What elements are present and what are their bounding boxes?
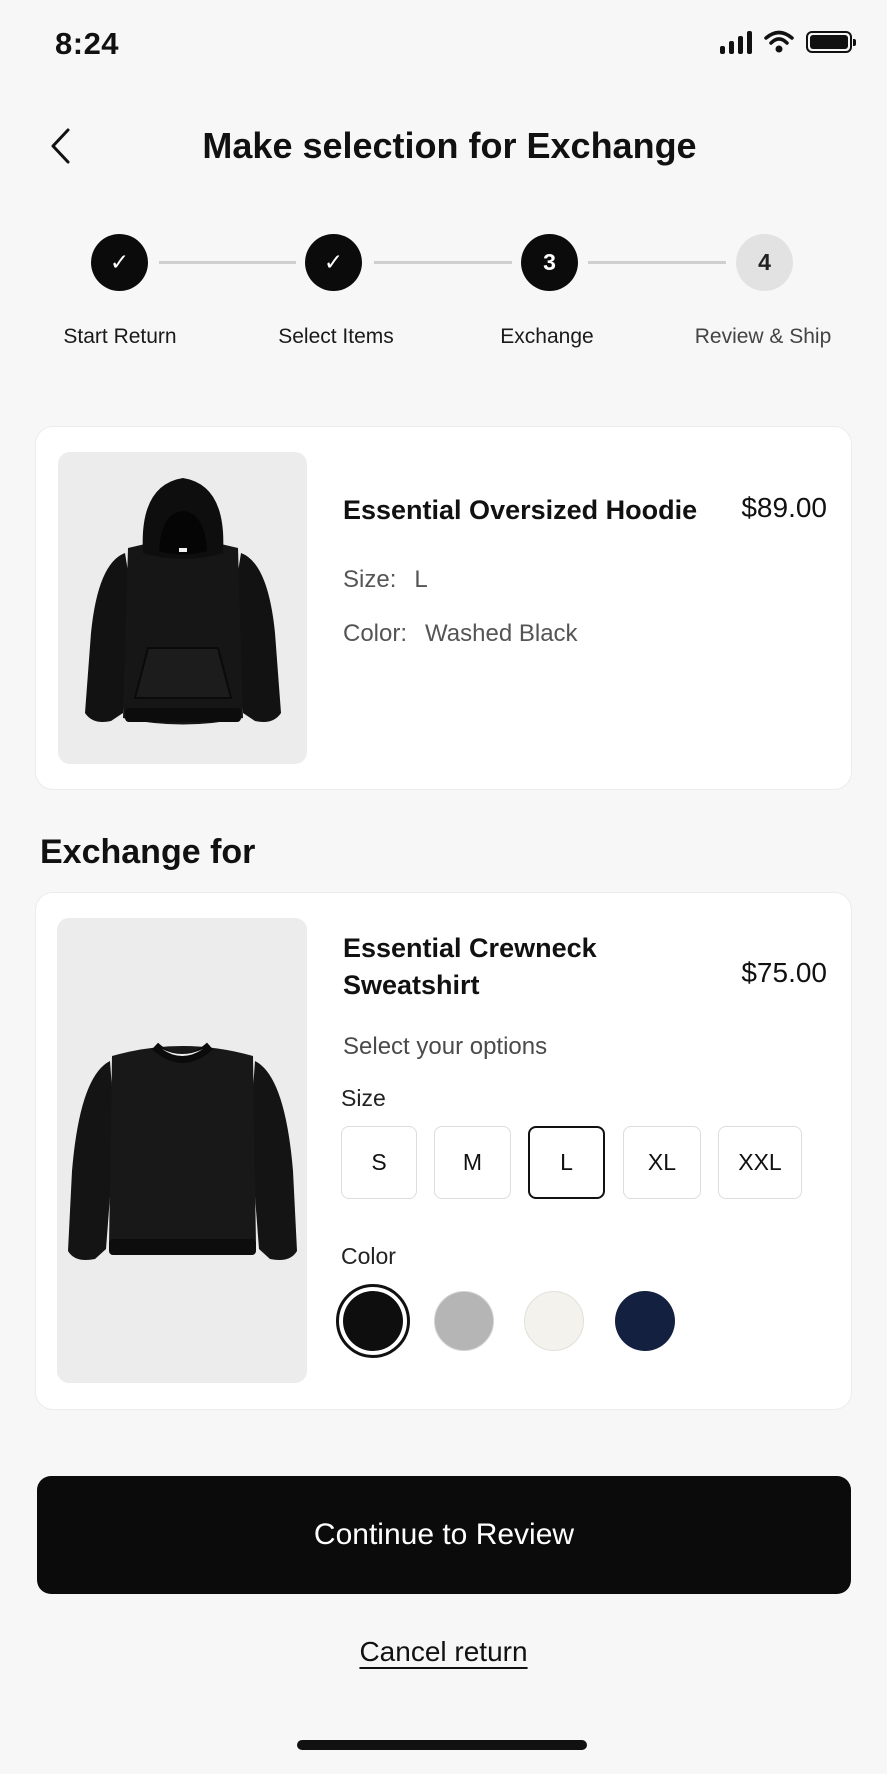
home-indicator (297, 1740, 587, 1750)
size-option-s[interactable]: S (341, 1126, 417, 1199)
color-swatch-grey[interactable] (434, 1291, 494, 1351)
step-2-check-icon: ✓ (305, 234, 362, 291)
wifi-icon (764, 30, 794, 53)
continue-to-review-button[interactable]: Continue to Review (37, 1476, 851, 1594)
step-connector (588, 261, 726, 264)
cancel-return-link[interactable]: Cancel return (0, 1636, 887, 1668)
size-option-m[interactable]: M (434, 1126, 511, 1199)
size-value: L (414, 566, 428, 593)
battery-icon (806, 31, 856, 53)
step-label-start-return: Start Return (63, 325, 177, 348)
options-hint: Select your options (343, 1033, 548, 1060)
color-swatch-black[interactable] (336, 1284, 410, 1358)
color-options-label: Color (341, 1243, 396, 1269)
step-label-exchange: Exchange (500, 325, 594, 348)
step-label-review-ship: Review & Ship (694, 325, 832, 348)
step-3-marker: 3 (521, 234, 578, 291)
color-label: Color: (343, 620, 408, 647)
size-label: Size: (343, 566, 397, 593)
exchange-item-name: Essential Crewneck Sweatshirt (343, 933, 597, 1000)
hoodie-image (58, 452, 307, 764)
original-item-color: Color: Washed Black (343, 620, 578, 648)
step-connector (374, 261, 512, 264)
size-option-xl[interactable]: XL (623, 1126, 701, 1199)
signal-icon (720, 30, 752, 54)
size-options-label: Size (341, 1085, 386, 1111)
status-time: 8:24 (55, 26, 120, 61)
step-connector (159, 261, 296, 264)
page-title: Make selection for Exchange (202, 125, 697, 166)
original-item-size: Size: L (343, 566, 428, 594)
status-icons (720, 30, 856, 54)
section-title: Exchange for (40, 833, 256, 871)
exchange-item-price: $75.00 (741, 957, 827, 988)
sweatshirt-image (57, 918, 307, 1383)
color-value: Washed Black (425, 620, 578, 647)
step-4-marker: 4 (736, 234, 793, 291)
size-option-l[interactable]: L (528, 1126, 605, 1199)
color-swatch-cream[interactable] (524, 1291, 584, 1351)
original-item-name: Essential Oversized Hoodie (343, 495, 698, 525)
step-1-check-icon: ✓ (91, 234, 148, 291)
size-option-xxl[interactable]: XXL (718, 1126, 802, 1199)
step-label-select-items: Select Items (278, 325, 394, 348)
original-item-price: $89.00 (741, 492, 827, 523)
color-swatch-navy[interactable] (615, 1291, 675, 1351)
